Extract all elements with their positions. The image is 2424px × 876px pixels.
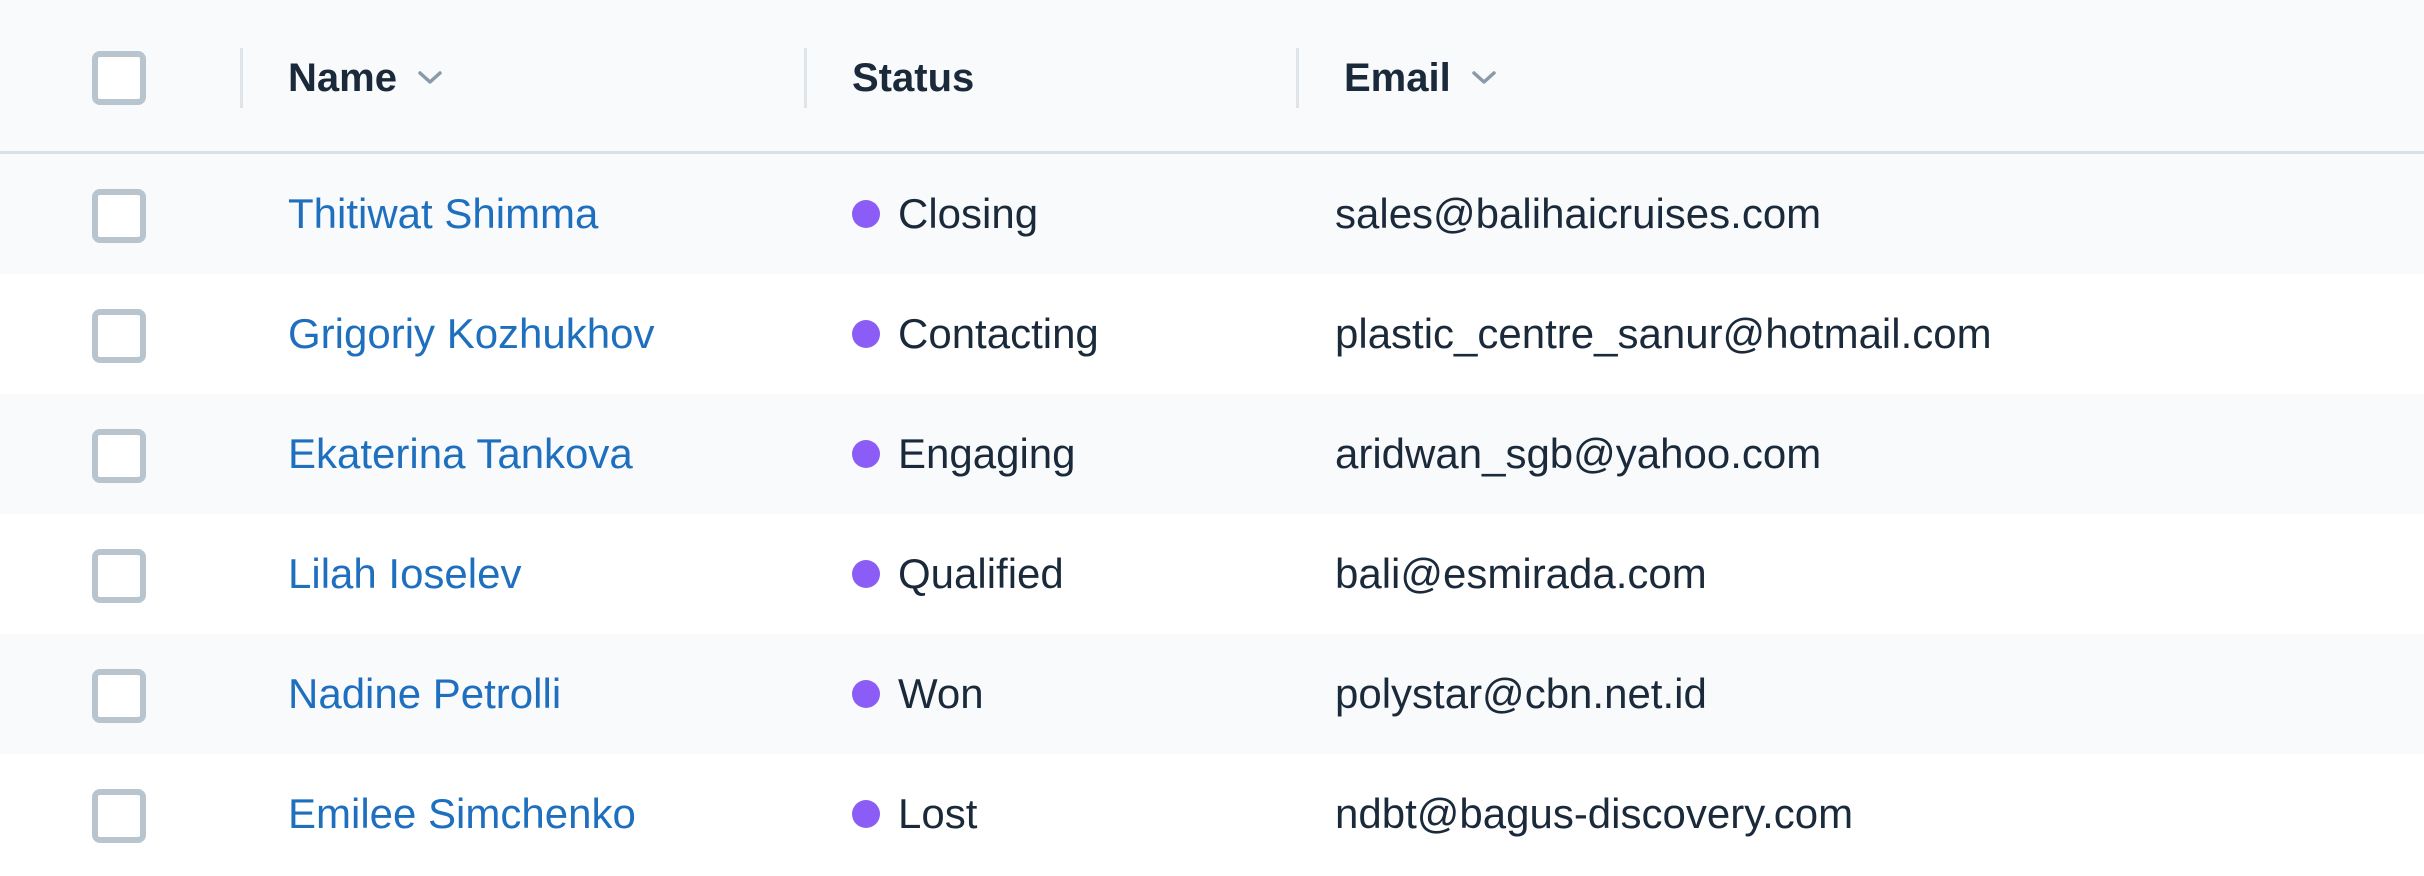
row-checkbox[interactable] <box>92 309 146 363</box>
column-header-email[interactable]: Email <box>1344 52 1497 104</box>
table-row: Grigoriy Kozhukhov Contacting plastic_ce… <box>0 274 2424 394</box>
email-value: plastic_centre_sanur@hotmail.com <box>1335 310 1992 357</box>
column-header-email-label: Email <box>1344 55 1451 100</box>
column-header-name-label: Name <box>288 55 397 100</box>
column-divider <box>1296 48 1299 108</box>
status-dot-icon <box>852 560 880 588</box>
status-label: Engaging <box>898 430 1076 477</box>
contact-name-link[interactable]: Grigoriy Kozhukhov <box>288 310 655 358</box>
table-row: Lilah Ioselev Qualified bali@esmirada.co… <box>0 514 2424 634</box>
column-divider <box>240 48 243 108</box>
status-label: Won <box>898 670 984 717</box>
contact-name-link[interactable]: Ekaterina Tankova <box>288 430 633 478</box>
row-checkbox[interactable] <box>92 789 146 843</box>
email-value: bali@esmirada.com <box>1335 550 1707 597</box>
contact-name-link[interactable]: Lilah Ioselev <box>288 550 521 598</box>
table-header: Name Status Email <box>0 0 2424 154</box>
column-divider <box>804 48 807 108</box>
contact-name-link[interactable]: Nadine Petrolli <box>288 670 561 718</box>
column-header-status-label: Status <box>852 55 975 100</box>
status-dot-icon <box>852 680 880 708</box>
email-value: ndbt@bagus-discovery.com <box>1335 790 1854 837</box>
email-value: aridwan_sgb@yahoo.com <box>1335 430 1822 477</box>
email-value: polystar@cbn.net.id <box>1335 670 1707 717</box>
status-label: Lost <box>898 790 978 837</box>
row-checkbox[interactable] <box>92 549 146 603</box>
chevron-down-icon[interactable] <box>417 69 443 87</box>
table-row: Nadine Petrolli Won polystar@cbn.net.id <box>0 634 2424 754</box>
email-value: sales@balihaicruises.com <box>1335 190 1822 237</box>
status-cell: Qualified <box>852 514 1064 634</box>
customers-table: Name Status Email Thitiwat Shimma Closin… <box>0 0 2424 876</box>
status-cell: Engaging <box>852 394 1076 514</box>
status-dot-icon <box>852 440 880 468</box>
row-checkbox[interactable] <box>92 429 146 483</box>
contact-name-link[interactable]: Emilee Simchenko <box>288 790 636 838</box>
table-row: Emilee Simchenko Lost ndbt@bagus-discove… <box>0 754 2424 874</box>
chevron-down-icon[interactable] <box>1471 69 1497 87</box>
status-label: Contacting <box>898 310 1099 357</box>
row-checkbox[interactable] <box>92 189 146 243</box>
status-label: Closing <box>898 190 1039 237</box>
status-cell: Contacting <box>852 274 1099 394</box>
status-dot-icon <box>852 800 880 828</box>
contact-name-link[interactable]: Thitiwat Shimma <box>288 190 598 238</box>
table-row: Ekaterina Tankova Engaging aridwan_sgb@y… <box>0 394 2424 514</box>
column-header-status: Status <box>852 52 974 104</box>
status-cell: Lost <box>852 754 977 874</box>
status-dot-icon <box>852 320 880 348</box>
column-header-name[interactable]: Name <box>288 52 443 104</box>
status-cell: Closing <box>852 154 1038 274</box>
status-dot-icon <box>852 200 880 228</box>
status-cell: Won <box>852 634 984 754</box>
status-label: Qualified <box>898 550 1064 597</box>
table-row: Thitiwat Shimma Closing sales@balihaicru… <box>0 154 2424 274</box>
row-checkbox[interactable] <box>92 669 146 723</box>
select-all-checkbox[interactable] <box>92 51 146 105</box>
